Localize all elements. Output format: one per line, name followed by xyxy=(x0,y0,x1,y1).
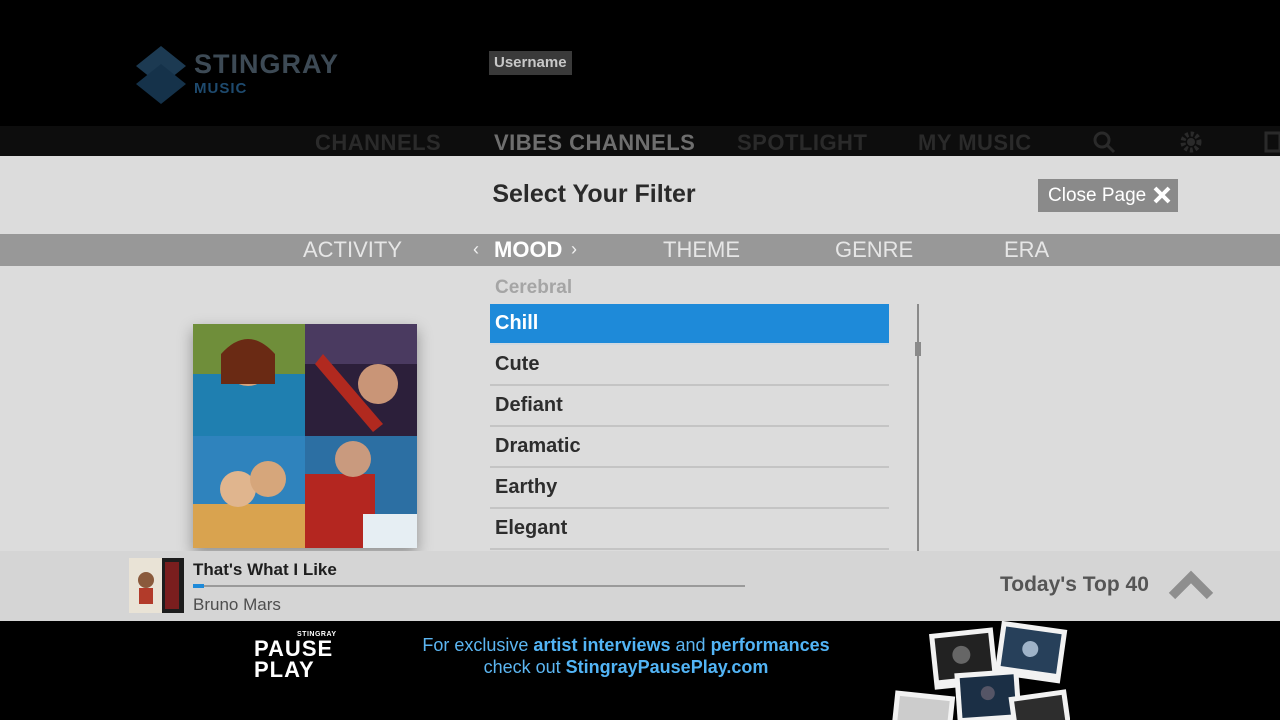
chevron-left-icon[interactable]: ‹ xyxy=(473,239,479,260)
list-item-cute[interactable]: Cute xyxy=(490,345,889,386)
now-playing-bar: That's What I Like Bruno Mars Today's To… xyxy=(0,551,1280,621)
promo-text-2a: check out xyxy=(483,657,561,677)
progress-bar[interactable] xyxy=(193,584,745,588)
chevron-right-icon[interactable]: › xyxy=(571,239,577,260)
promo-line-1: For exclusive artist interviews and perf… xyxy=(386,634,866,656)
scrollbar-thumb[interactable] xyxy=(915,342,921,356)
main-nav: CHANNELS VIBES CHANNELS SPOTLIGHT MY MUS… xyxy=(0,126,1280,156)
logo-subtitle: MUSIC xyxy=(194,80,248,97)
promo-banner[interactable]: STINGRAY PAUSE PLAY For exclusive artist… xyxy=(0,621,1280,720)
list-item-elegant[interactable]: Elegant xyxy=(490,509,889,550)
promo-line-2: check out StingrayPausePlay.com xyxy=(386,656,866,678)
list-item-chill[interactable]: Chill xyxy=(490,304,889,345)
polaroid-photos xyxy=(891,621,1070,720)
tab-era[interactable]: ERA xyxy=(1004,237,1049,263)
nav-item-vibes-channels[interactable]: VIBES CHANNELS xyxy=(494,130,695,156)
progress-fill xyxy=(193,584,205,588)
list-item-defiant[interactable]: Defiant xyxy=(490,386,889,427)
chevron-up-icon[interactable] xyxy=(1168,570,1214,600)
nav-item-channels[interactable]: CHANNELS xyxy=(315,130,441,156)
promo-text-1b: artist interviews xyxy=(533,635,671,655)
app-header: STINGRAY MUSIC Username xyxy=(0,0,1280,126)
stingray-logo-mark-icon xyxy=(136,46,186,104)
pause-play-logo-line2: PLAY xyxy=(254,657,315,682)
channel-name[interactable]: Today's Top 40 xyxy=(1000,573,1149,597)
search-icon[interactable] xyxy=(1091,129,1117,155)
username-button[interactable]: Username xyxy=(489,51,572,75)
song-title: That's What I Like xyxy=(193,560,337,579)
list-item-earthy[interactable]: Earthy xyxy=(490,468,889,509)
promo-link[interactable]: StingrayPausePlay.com xyxy=(566,657,769,677)
pause-play-logo: STINGRAY PAUSE PLAY xyxy=(254,631,344,687)
close-page-button[interactable]: Close Page xyxy=(1038,179,1178,212)
filter-tabs: ACTIVITY ‹ MOOD › THEME GENRE ERA xyxy=(0,234,1280,266)
gear-icon[interactable] xyxy=(1178,129,1204,155)
tab-theme[interactable]: THEME xyxy=(663,237,740,263)
close-page-label: Close Page xyxy=(1048,185,1147,206)
page-title: Select Your Filter xyxy=(492,180,696,208)
mood-artwork xyxy=(193,324,417,548)
filter-panel: Select Your Filter Close Page ACTIVITY ‹… xyxy=(0,156,1280,551)
tab-mood[interactable]: MOOD xyxy=(494,237,562,263)
album-thumbnail[interactable] xyxy=(129,558,184,613)
close-icon xyxy=(1153,186,1171,204)
list-item-dramatic[interactable]: Dramatic xyxy=(490,427,889,468)
nav-item-spotlight[interactable]: SPOTLIGHT xyxy=(737,130,867,156)
promo-text-1a: For exclusive xyxy=(422,635,529,655)
tab-activity[interactable]: ACTIVITY xyxy=(303,237,402,263)
tab-genre[interactable]: GENRE xyxy=(835,237,913,263)
mood-list: Chill Cute Defiant Dramatic Earthy Elega… xyxy=(490,304,889,550)
logo-wordmark: STINGRAY xyxy=(194,49,340,79)
list-header: Cerebral xyxy=(495,277,573,298)
artist-name: Bruno Mars xyxy=(193,595,281,614)
menu-icon[interactable] xyxy=(1264,129,1280,155)
stingray-logo: STINGRAY MUSIC xyxy=(136,44,356,106)
promo-text: For exclusive artist interviews and perf… xyxy=(386,634,866,678)
promo-text-1d: performances xyxy=(710,635,830,655)
nav-item-my-music[interactable]: MY MUSIC xyxy=(918,130,1032,156)
promo-text-1c: and xyxy=(675,635,706,655)
